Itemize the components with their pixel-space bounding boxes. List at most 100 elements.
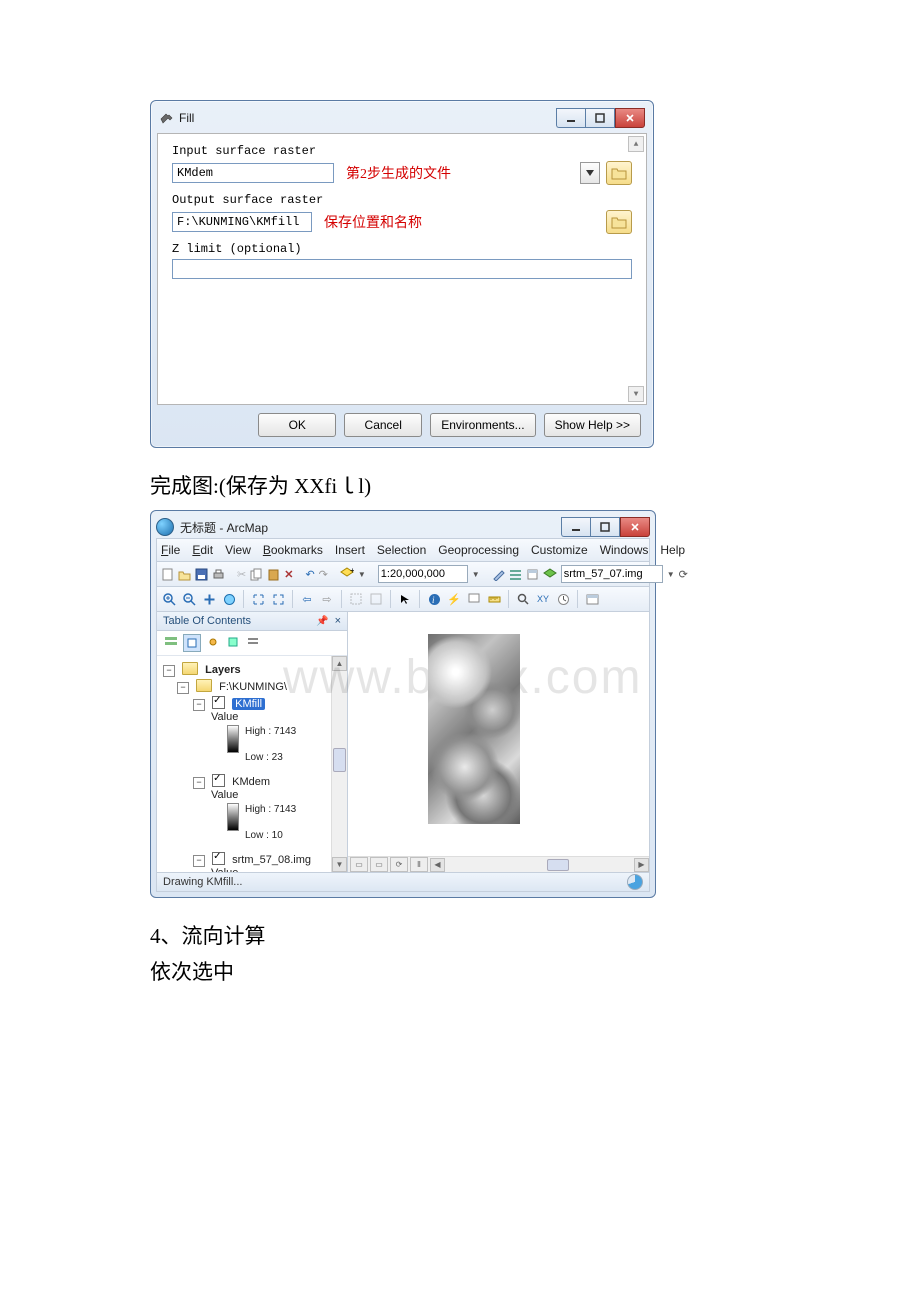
editor-toolbar-icon[interactable] — [492, 566, 505, 582]
input-browse-button[interactable] — [606, 161, 632, 185]
scroll-up-icon[interactable]: ▲ — [628, 136, 644, 152]
redo-icon[interactable]: ↷ — [319, 566, 328, 582]
pan-icon[interactable] — [201, 591, 217, 607]
goto-xy-icon[interactable]: XY — [535, 591, 551, 607]
layer-checkbox[interactable] — [212, 696, 225, 709]
menu-view[interactable]: View — [225, 543, 251, 557]
input-raster-field[interactable] — [172, 163, 334, 183]
cut-icon[interactable]: ✂ — [237, 566, 246, 582]
toc-close-icon[interactable]: × — [335, 615, 341, 627]
toc-icon[interactable] — [509, 566, 522, 582]
select-elements-icon[interactable] — [397, 591, 413, 607]
data-view-icon[interactable]: ▭ — [350, 857, 368, 872]
new-icon[interactable] — [161, 566, 174, 582]
print-icon[interactable] — [212, 566, 225, 582]
active-layer-field[interactable] — [561, 565, 663, 583]
progress-icon — [627, 874, 643, 890]
scroll-thumb[interactable] — [333, 748, 346, 772]
fixed-zoom-out-icon[interactable] — [270, 591, 286, 607]
copy-icon[interactable] — [250, 566, 263, 582]
minus-icon[interactable]: − — [193, 699, 205, 711]
add-data-caret-icon[interactable]: ▼ — [358, 570, 366, 579]
zoom-in-icon[interactable] — [161, 591, 177, 607]
scroll-left-icon[interactable]: ◀ — [430, 858, 445, 872]
output-browse-button[interactable] — [606, 210, 632, 234]
cancel-button[interactable]: Cancel — [344, 413, 422, 437]
delete-icon[interactable]: ✕ — [284, 566, 293, 582]
find-icon[interactable] — [515, 591, 531, 607]
viewer-window-icon[interactable] — [584, 591, 600, 607]
menu-edit[interactable]: Edit — [192, 543, 213, 557]
menu-bookmarks[interactable]: Bookmarks — [263, 543, 323, 557]
scroll-down-icon[interactable]: ▼ — [628, 386, 644, 402]
html-popup-icon[interactable] — [466, 591, 482, 607]
menu-geoprocessing[interactable]: Geoprocessing — [438, 543, 519, 557]
tree-layer-kmdem[interactable]: − KMdem — [159, 772, 345, 789]
layer-refresh-icon[interactable]: ⟳ — [679, 566, 688, 582]
clear-selection-icon[interactable] — [368, 591, 384, 607]
minus-icon[interactable]: − — [193, 855, 205, 867]
menu-insert[interactable]: Insert — [335, 543, 365, 557]
full-extent-icon[interactable] — [221, 591, 237, 607]
arcmap-maximize-button[interactable] — [590, 517, 620, 537]
scale-caret-icon[interactable]: ▼ — [472, 570, 480, 579]
arcmap-titlebar[interactable]: 无标题 - ArcMap — [156, 516, 650, 538]
identify-icon[interactable]: i — [426, 591, 442, 607]
add-data-icon[interactable]: + — [340, 566, 354, 582]
list-by-source-icon[interactable] — [183, 634, 201, 652]
prev-extent-icon[interactable]: ⇦ — [299, 591, 315, 607]
measure-icon[interactable] — [486, 591, 502, 607]
layer-checkbox[interactable] — [212, 852, 225, 865]
open-icon[interactable] — [178, 566, 191, 582]
select-features-icon[interactable] — [348, 591, 364, 607]
minus-icon[interactable]: − — [177, 682, 189, 694]
paste-icon[interactable] — [267, 566, 280, 582]
undo-icon[interactable]: ↶ — [305, 566, 314, 582]
time-slider-icon[interactable] — [555, 591, 571, 607]
menu-file[interactable]: File — [161, 543, 180, 557]
list-by-drawing-icon[interactable] — [163, 634, 179, 650]
fill-titlebar[interactable]: Fill — [157, 107, 647, 129]
arcmap-close-button[interactable] — [620, 517, 650, 537]
minimize-button[interactable] — [556, 108, 585, 128]
save-icon[interactable] — [195, 566, 208, 582]
map-hscrollbar[interactable]: ▭ ▭ ⟳ Ⅱ ◀ ▶ — [348, 856, 649, 872]
menu-help[interactable]: Help — [660, 543, 685, 557]
layer-caret-icon[interactable]: ▼ — [667, 570, 675, 579]
layout-view-icon[interactable]: ▭ — [370, 857, 388, 872]
scale-field[interactable] — [378, 565, 468, 583]
arcmap-minimize-button[interactable] — [561, 517, 590, 537]
options-icon[interactable] — [245, 634, 261, 650]
layer-checkbox[interactable] — [212, 774, 225, 787]
input-dropdown-button[interactable] — [580, 162, 600, 184]
minus-icon[interactable]: − — [163, 665, 175, 677]
maximize-button[interactable] — [585, 108, 615, 128]
next-extent-icon[interactable]: ⇨ — [319, 591, 335, 607]
output-raster-field[interactable] — [172, 212, 312, 232]
minus-icon[interactable]: − — [193, 777, 205, 789]
refresh-view-icon[interactable]: ⟳ — [390, 857, 408, 872]
list-by-selection-icon[interactable] — [225, 634, 241, 650]
scroll-thumb[interactable] — [547, 859, 569, 871]
zlimit-field[interactable] — [172, 259, 632, 279]
map-view[interactable]: www.bd cx.com ▭ ▭ ⟳ Ⅱ ◀ ▶ — [348, 612, 649, 872]
hyperlink-icon[interactable]: ⚡ — [446, 591, 462, 607]
show-help-button[interactable]: Show Help >> — [544, 413, 641, 437]
add-layer-icon[interactable] — [543, 566, 557, 582]
toc-title-bar[interactable]: Table Of Contents 📌 × — [157, 612, 347, 631]
scroll-down-icon[interactable]: ▼ — [332, 857, 347, 872]
menu-windows[interactable]: Windows — [600, 543, 649, 557]
tree-layer-srtm5708[interactable]: − srtm_57_08.img — [159, 850, 345, 867]
menu-selection[interactable]: Selection — [377, 543, 426, 557]
close-button[interactable] — [615, 108, 645, 128]
list-by-visibility-icon[interactable] — [205, 634, 221, 650]
menu-customize[interactable]: Customize — [531, 543, 588, 557]
pause-draw-icon[interactable]: Ⅱ — [410, 857, 428, 872]
zoom-out-icon[interactable] — [181, 591, 197, 607]
environments-button[interactable]: Environments... — [430, 413, 535, 437]
ok-button[interactable]: OK — [258, 413, 336, 437]
toc-pin-icon[interactable]: 📌 — [316, 616, 328, 627]
catalog-icon[interactable] — [526, 566, 539, 582]
scroll-right-icon[interactable]: ▶ — [634, 858, 649, 872]
fixed-zoom-in-icon[interactable] — [250, 591, 266, 607]
